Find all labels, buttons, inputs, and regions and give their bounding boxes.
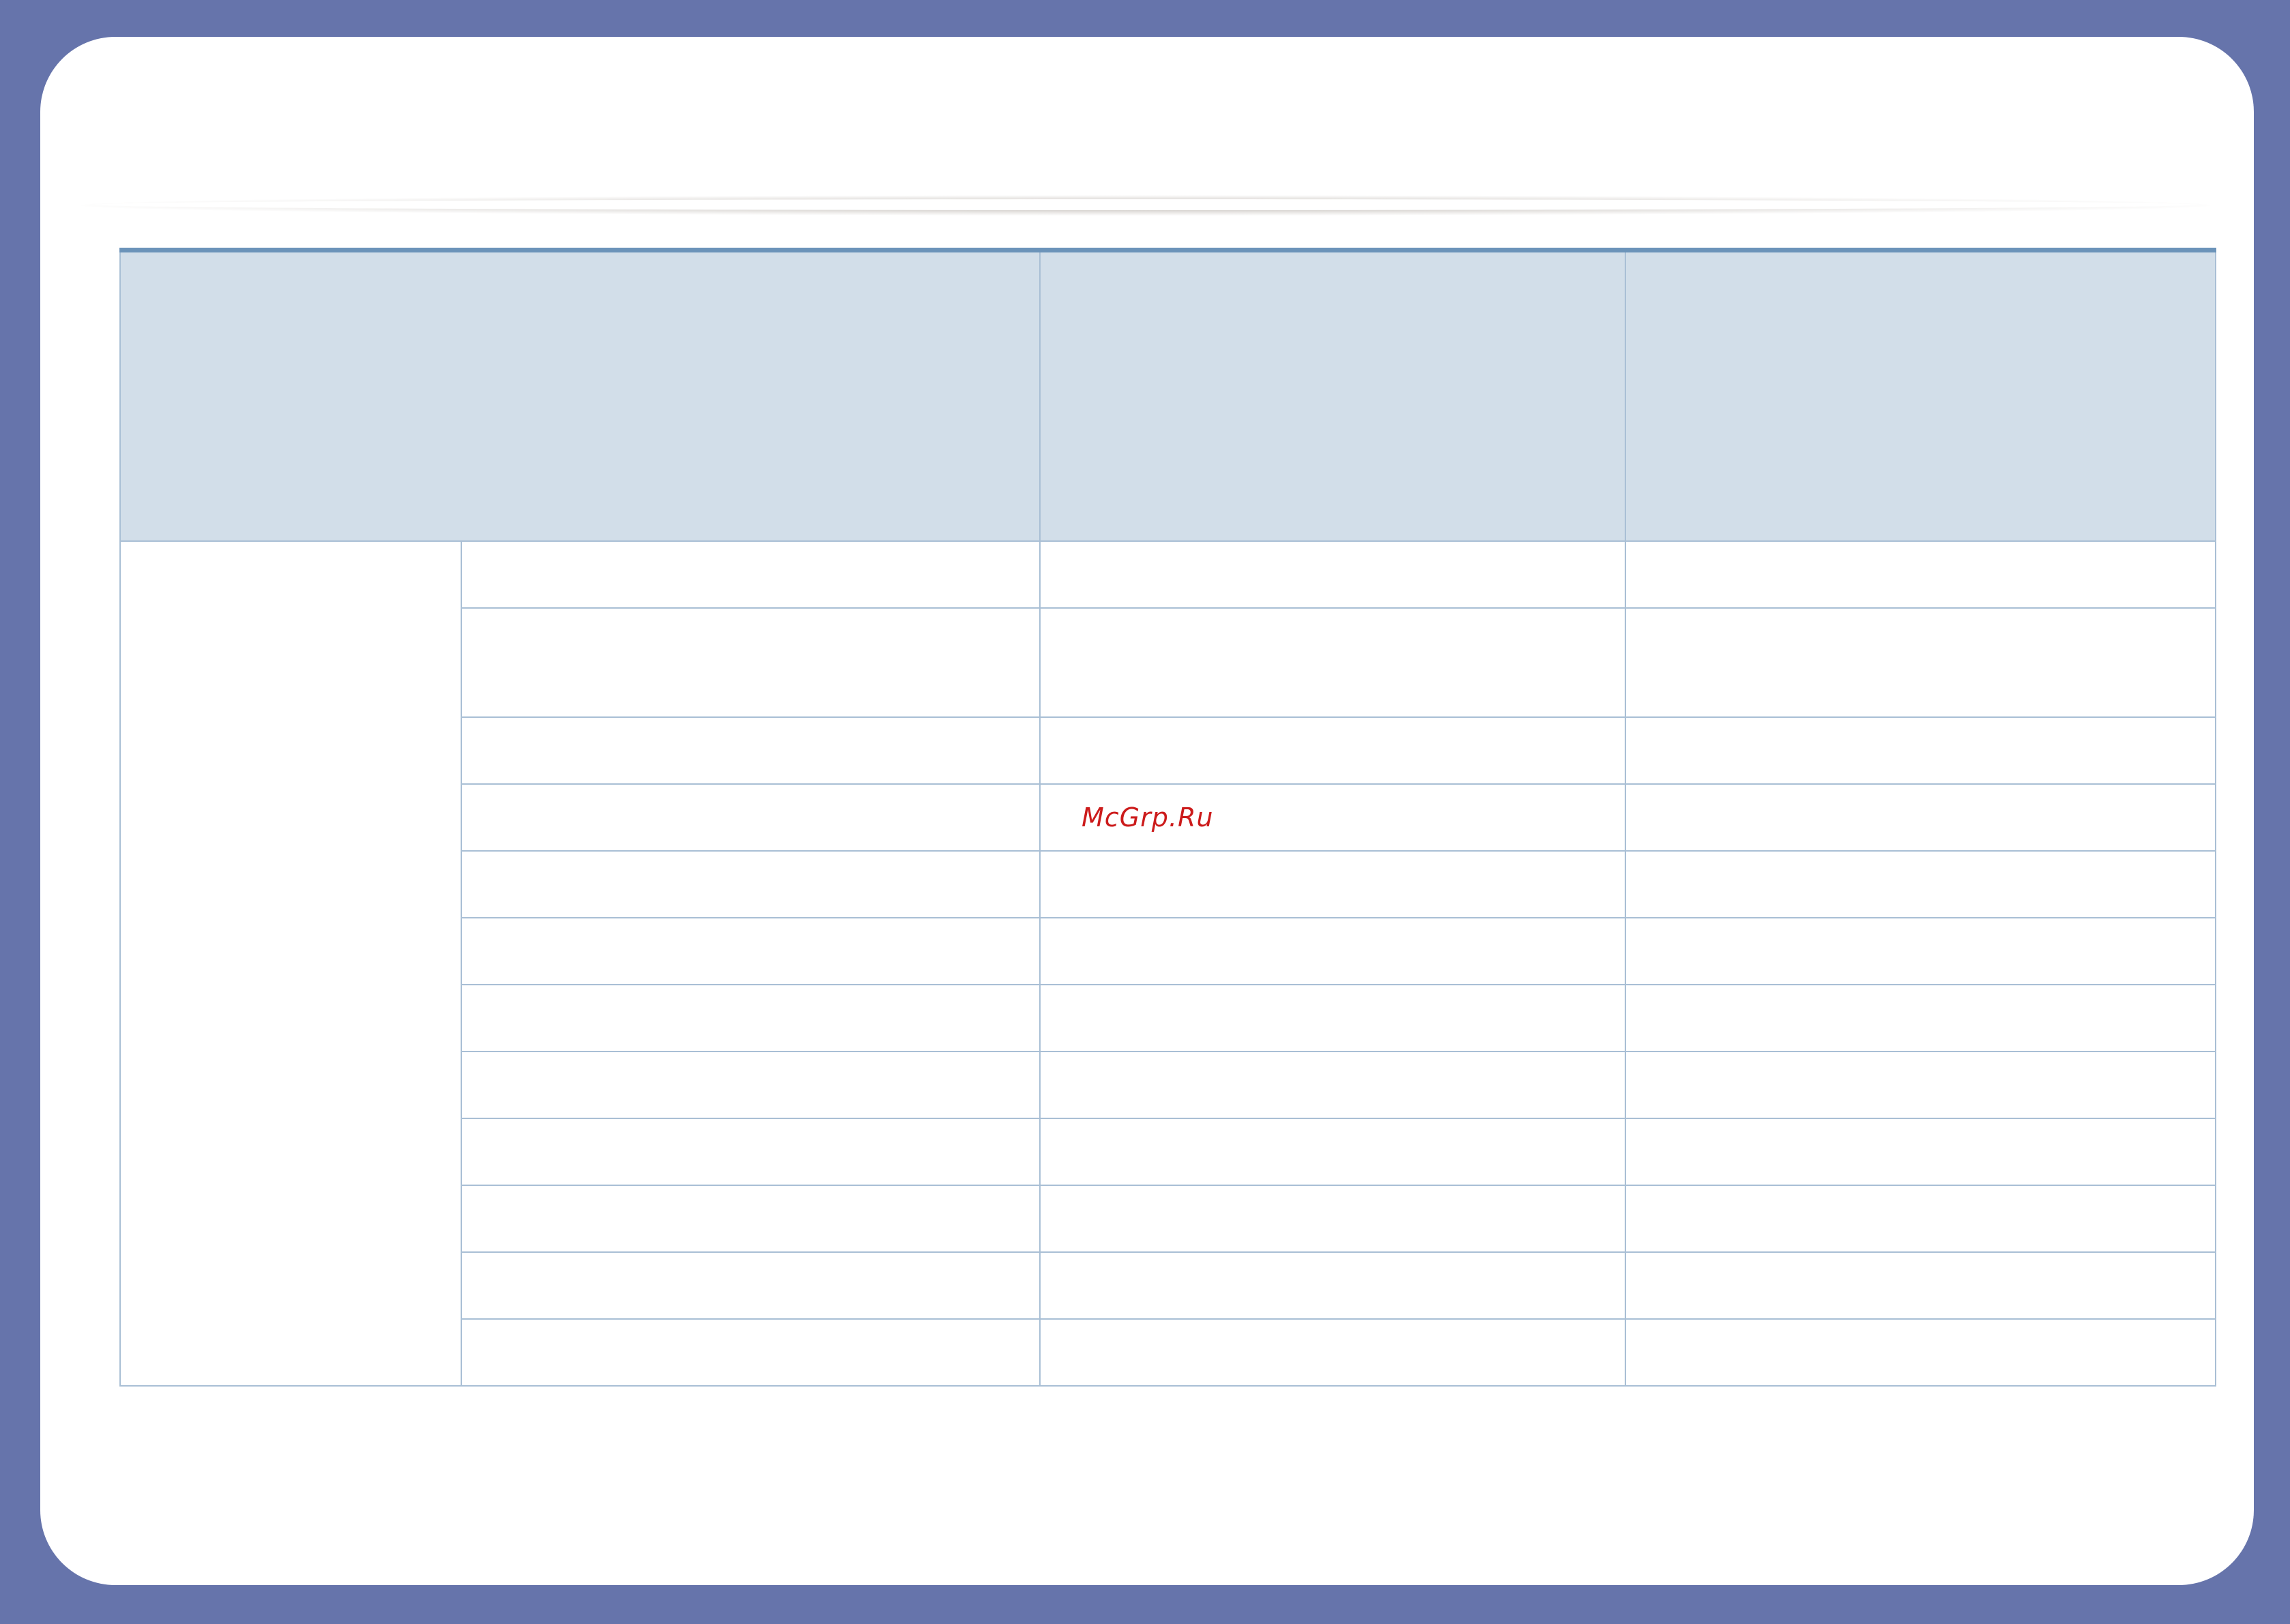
table-cell [1625,716,2216,785]
table-cell [1039,1318,1626,1387]
table-cell [1625,1251,2216,1320]
table-cell [461,850,1041,918]
header-divider [95,199,2197,210]
table-cell [461,984,1041,1052]
table-cell [1039,1051,1626,1119]
table-cell [1625,540,2216,609]
table-cell [461,607,1041,718]
spec-table: McGrp.Ru [119,248,2216,1387]
table-cell [461,1251,1041,1320]
table-cell: McGrp.Ru [1039,783,1626,852]
table-cell [461,540,1041,609]
table-cell [1039,984,1626,1052]
table-cell [1039,607,1626,718]
table-cell [1625,1185,2216,1253]
table-cell [1625,1318,2216,1387]
table-cell [1039,716,1626,785]
table-cell [461,1118,1041,1186]
table-cell [1625,1118,2216,1186]
table-cell [461,716,1041,785]
table-cell [1625,917,2216,985]
table-cell [1039,1251,1626,1320]
header-cell-col2 [1039,248,1626,541]
table-row [119,540,2216,1387]
table-cell [1039,917,1626,985]
table-header-row [119,248,2216,541]
watermark-text: McGrp.Ru [1082,802,1214,832]
group-cell [119,540,462,1387]
header-cell-col3 [1625,248,2216,541]
table-cell [1625,1051,2216,1119]
table-cell [1039,540,1626,609]
spec-table-container: McGrp.Ru [119,248,2216,1387]
table-cell [1039,1118,1626,1186]
table-cell [1625,607,2216,718]
table-cell [461,1185,1041,1253]
table-cell [1625,850,2216,918]
table-cell [1625,984,2216,1052]
table-cell [461,1318,1041,1387]
header-cell-item [119,248,1041,541]
table-cell [1039,850,1626,918]
table-cell [461,917,1041,985]
table-cell [461,1051,1041,1119]
table-cell [1039,1185,1626,1253]
table-cell [461,783,1041,852]
table-cell [1625,783,2216,852]
